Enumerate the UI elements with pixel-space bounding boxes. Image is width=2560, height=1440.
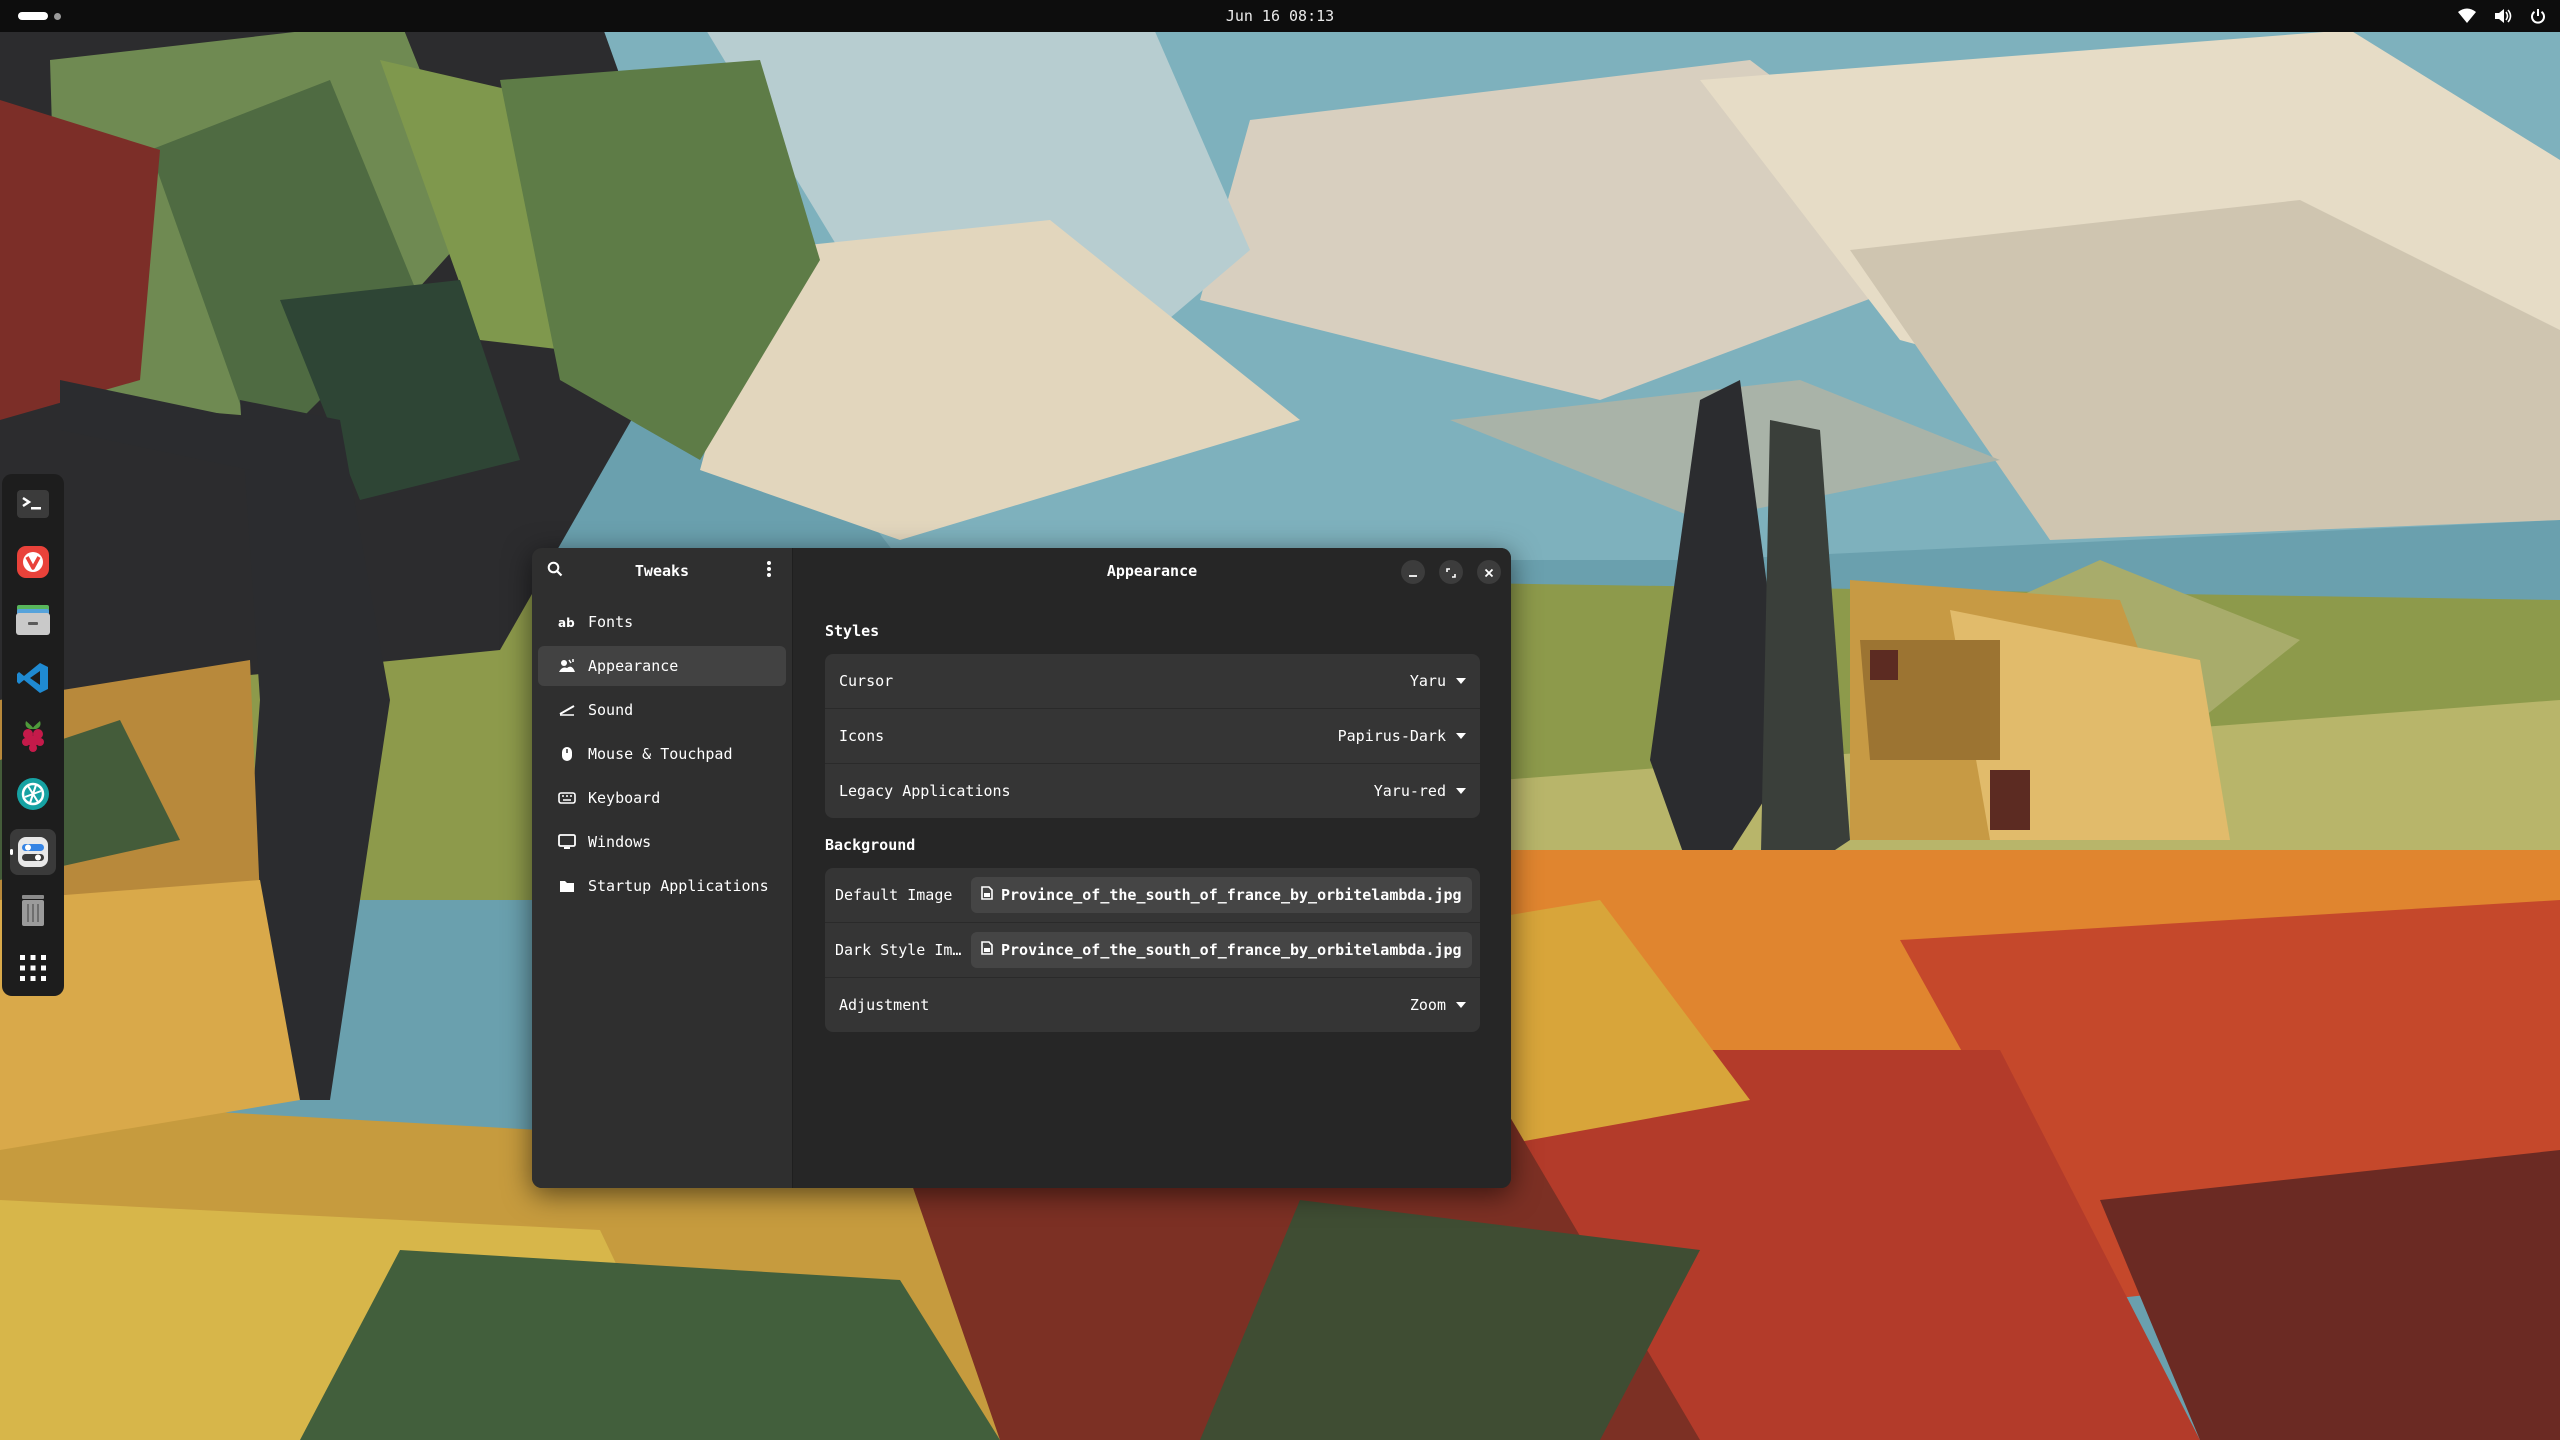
volume-icon xyxy=(2494,8,2512,24)
minimize-icon xyxy=(1408,563,1418,582)
icons-dropdown[interactable]: Papirus-Dark xyxy=(1338,727,1466,745)
top-bar: Jun 16 08:13 xyxy=(0,0,2560,32)
sidebar-item-sound[interactable]: Sound xyxy=(538,690,786,730)
workspace-active-indicator xyxy=(18,12,48,20)
files-app-icon[interactable] xyxy=(10,597,56,643)
clock[interactable]: Jun 16 08:13 xyxy=(1180,0,1380,32)
sidebar-item-label: Windows xyxy=(588,833,652,851)
folder-icon xyxy=(558,877,576,895)
wifi-icon xyxy=(2458,8,2476,24)
mouse-icon xyxy=(558,745,576,763)
cursor-value: Yaru xyxy=(1409,672,1446,690)
legacy-applications-label: Legacy Applications xyxy=(839,782,1011,800)
cursor-row: Cursor Yaru xyxy=(825,654,1480,709)
content-pane: Appearance Styles Cursor Yaru Icons Papi… xyxy=(793,548,1511,1188)
dark-style-image-filename: Province_of_the_south_of_france_by_orbit… xyxy=(1001,941,1462,959)
cursor-label: Cursor xyxy=(839,672,894,690)
adjustment-row: Adjustment Zoom xyxy=(825,978,1480,1032)
sidebar-item-label: Keyboard xyxy=(588,789,661,807)
power-icon xyxy=(2530,8,2546,24)
workspace-indicator xyxy=(54,12,61,20)
adjustment-label: Adjustment xyxy=(839,996,930,1014)
sidebar-item-label: Appearance xyxy=(588,657,679,675)
sidebar-item-appearance[interactable]: Appearance xyxy=(538,646,786,686)
sidebar-item-windows[interactable]: Windows xyxy=(538,822,786,862)
sound-icon xyxy=(558,701,576,719)
default-image-label: Default Image xyxy=(835,886,953,904)
sidebar-item-mouse-touchpad[interactable]: Mouse & Touchpad xyxy=(538,734,786,774)
background-group: Default Image Province_of_the_south_of_f… xyxy=(825,868,1480,1032)
cursor-dropdown[interactable]: Yaru xyxy=(1410,672,1466,690)
vivaldi-browser-icon[interactable] xyxy=(10,539,56,585)
sidebar-item-fonts[interactable]: ab Fonts xyxy=(538,602,786,642)
chevron-down-icon xyxy=(1456,788,1466,794)
legacy-applications-dropdown[interactable]: Yaru-red xyxy=(1374,782,1466,800)
dark-style-image-file-button[interactable]: Province_of_the_south_of_france_by_orbit… xyxy=(971,932,1472,968)
sidebar-title: Tweaks xyxy=(634,562,690,580)
chevron-down-icon xyxy=(1456,733,1466,739)
raspberry-pi-imager-icon[interactable] xyxy=(10,713,56,759)
close-icon xyxy=(1484,563,1494,582)
legacy-applications-value: Yaru-red xyxy=(1373,782,1446,800)
styles-group: Cursor Yaru Icons Papirus-Dark Legacy Ap… xyxy=(825,654,1480,818)
sidebar-item-startup-applications[interactable]: Startup Applications xyxy=(538,866,786,906)
close-button[interactable] xyxy=(1477,560,1501,584)
windows-icon xyxy=(558,833,576,851)
sidebar-item-label: Fonts xyxy=(588,613,634,631)
styles-section-title: Styles xyxy=(825,622,880,640)
content-header: Appearance xyxy=(793,548,1511,594)
trash-icon[interactable] xyxy=(10,887,56,933)
sidebar-item-label: Sound xyxy=(588,701,634,719)
system-tray[interactable] xyxy=(2458,0,2546,32)
svg-text:ab: ab xyxy=(558,616,575,629)
icons-row: Icons Papirus-Dark xyxy=(825,709,1480,764)
sidebar-item-label: Startup Applications xyxy=(588,877,769,895)
default-image-row: Default Image Province_of_the_south_of_f… xyxy=(825,868,1480,923)
window-controls xyxy=(1401,560,1501,584)
adjustment-dropdown[interactable]: Zoom xyxy=(1410,996,1466,1014)
maximize-button[interactable] xyxy=(1439,560,1463,584)
legacy-applications-row: Legacy Applications Yaru-red xyxy=(825,764,1480,818)
sidebar: Tweaks ab Fonts Appearance Sound Mouse &… xyxy=(532,548,793,1188)
dock xyxy=(2,474,64,996)
dark-style-image-label: Dark Style Im… xyxy=(835,941,962,959)
terminal-app-icon[interactable] xyxy=(10,481,56,527)
image-file-icon xyxy=(981,941,993,959)
show-apps-grid-icon[interactable] xyxy=(10,945,56,991)
icons-value: Papirus-Dark xyxy=(1337,727,1446,745)
font-ab-icon: ab xyxy=(558,613,576,631)
maximize-icon xyxy=(1446,563,1456,582)
chevron-down-icon xyxy=(1456,678,1466,684)
tweaks-window: Tweaks ab Fonts Appearance Sound Mouse &… xyxy=(532,548,1511,1188)
adjustment-value: Zoom xyxy=(1409,996,1446,1014)
tweaks-app-icon[interactable] xyxy=(10,829,56,875)
sidebar-item-keyboard[interactable]: Keyboard xyxy=(538,778,786,818)
icons-label: Icons xyxy=(839,727,885,745)
sidebar-list: ab Fonts Appearance Sound Mouse & Touchp… xyxy=(538,602,786,910)
aperture-app-icon[interactable] xyxy=(10,771,56,817)
chevron-down-icon xyxy=(1456,1002,1466,1008)
dark-style-image-row: Dark Style Im… Province_of_the_south_of_… xyxy=(825,923,1480,978)
image-file-icon xyxy=(981,886,993,904)
default-image-file-button[interactable]: Province_of_the_south_of_france_by_orbit… xyxy=(971,877,1472,913)
minimize-button[interactable] xyxy=(1401,560,1425,584)
default-image-filename: Province_of_the_south_of_france_by_orbit… xyxy=(1001,886,1462,904)
main-menu-button[interactable] xyxy=(754,556,784,586)
background-section-title: Background xyxy=(825,836,916,854)
keyboard-icon xyxy=(558,789,576,807)
sidebar-item-label: Mouse & Touchpad xyxy=(588,745,733,763)
vscode-app-icon[interactable] xyxy=(10,655,56,701)
running-indicator xyxy=(10,849,13,855)
sidebar-header: Tweaks xyxy=(532,548,792,594)
activities-button[interactable] xyxy=(14,10,65,22)
kebab-menu-icon xyxy=(766,560,772,582)
appearance-icon xyxy=(558,657,576,675)
